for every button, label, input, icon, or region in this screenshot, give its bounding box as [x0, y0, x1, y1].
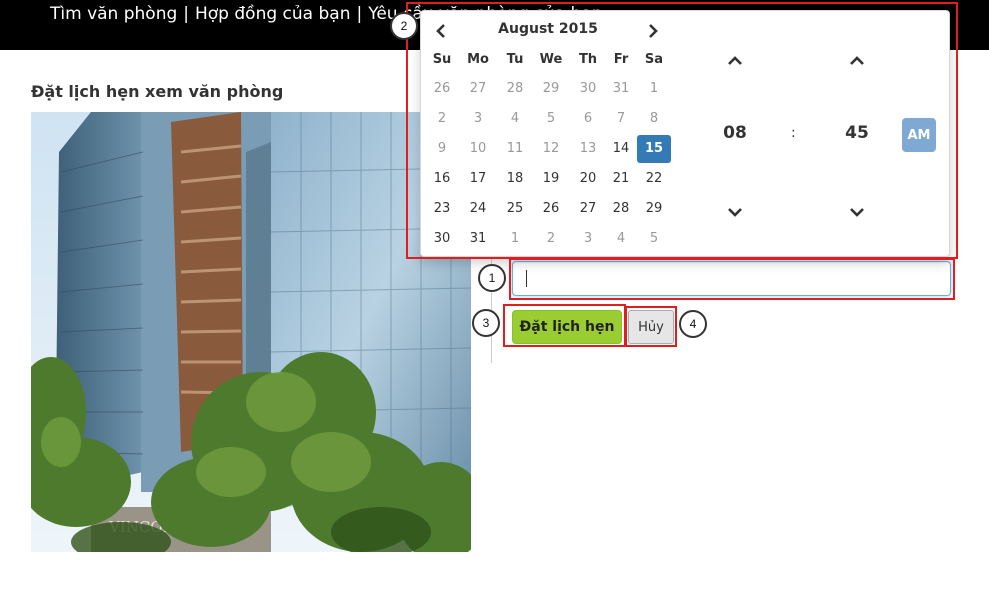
annotation-badge: 4 [679, 310, 707, 338]
nav-separator: | [183, 4, 189, 24]
nav-item-find-office[interactable]: Tìm văn phòng [50, 4, 177, 24]
annotation-box-cancel [625, 306, 677, 347]
form-divider [491, 245, 492, 363]
annotation-badge: 1 [478, 264, 506, 292]
office-building-photo: VINCOM CEN [31, 112, 471, 552]
annotation-box-input [509, 258, 955, 300]
annotation-badge: 2 [390, 12, 418, 40]
nav-item-your-contracts[interactable]: Hợp đồng của bạn [195, 4, 350, 24]
annotation-box-submit [503, 304, 626, 347]
nav-separator: | [356, 4, 363, 24]
page-title: Đặt lịch hẹn xem văn phòng [31, 82, 284, 101]
annotation-badge: 3 [472, 309, 500, 337]
annotation-box-picker [406, 2, 958, 259]
